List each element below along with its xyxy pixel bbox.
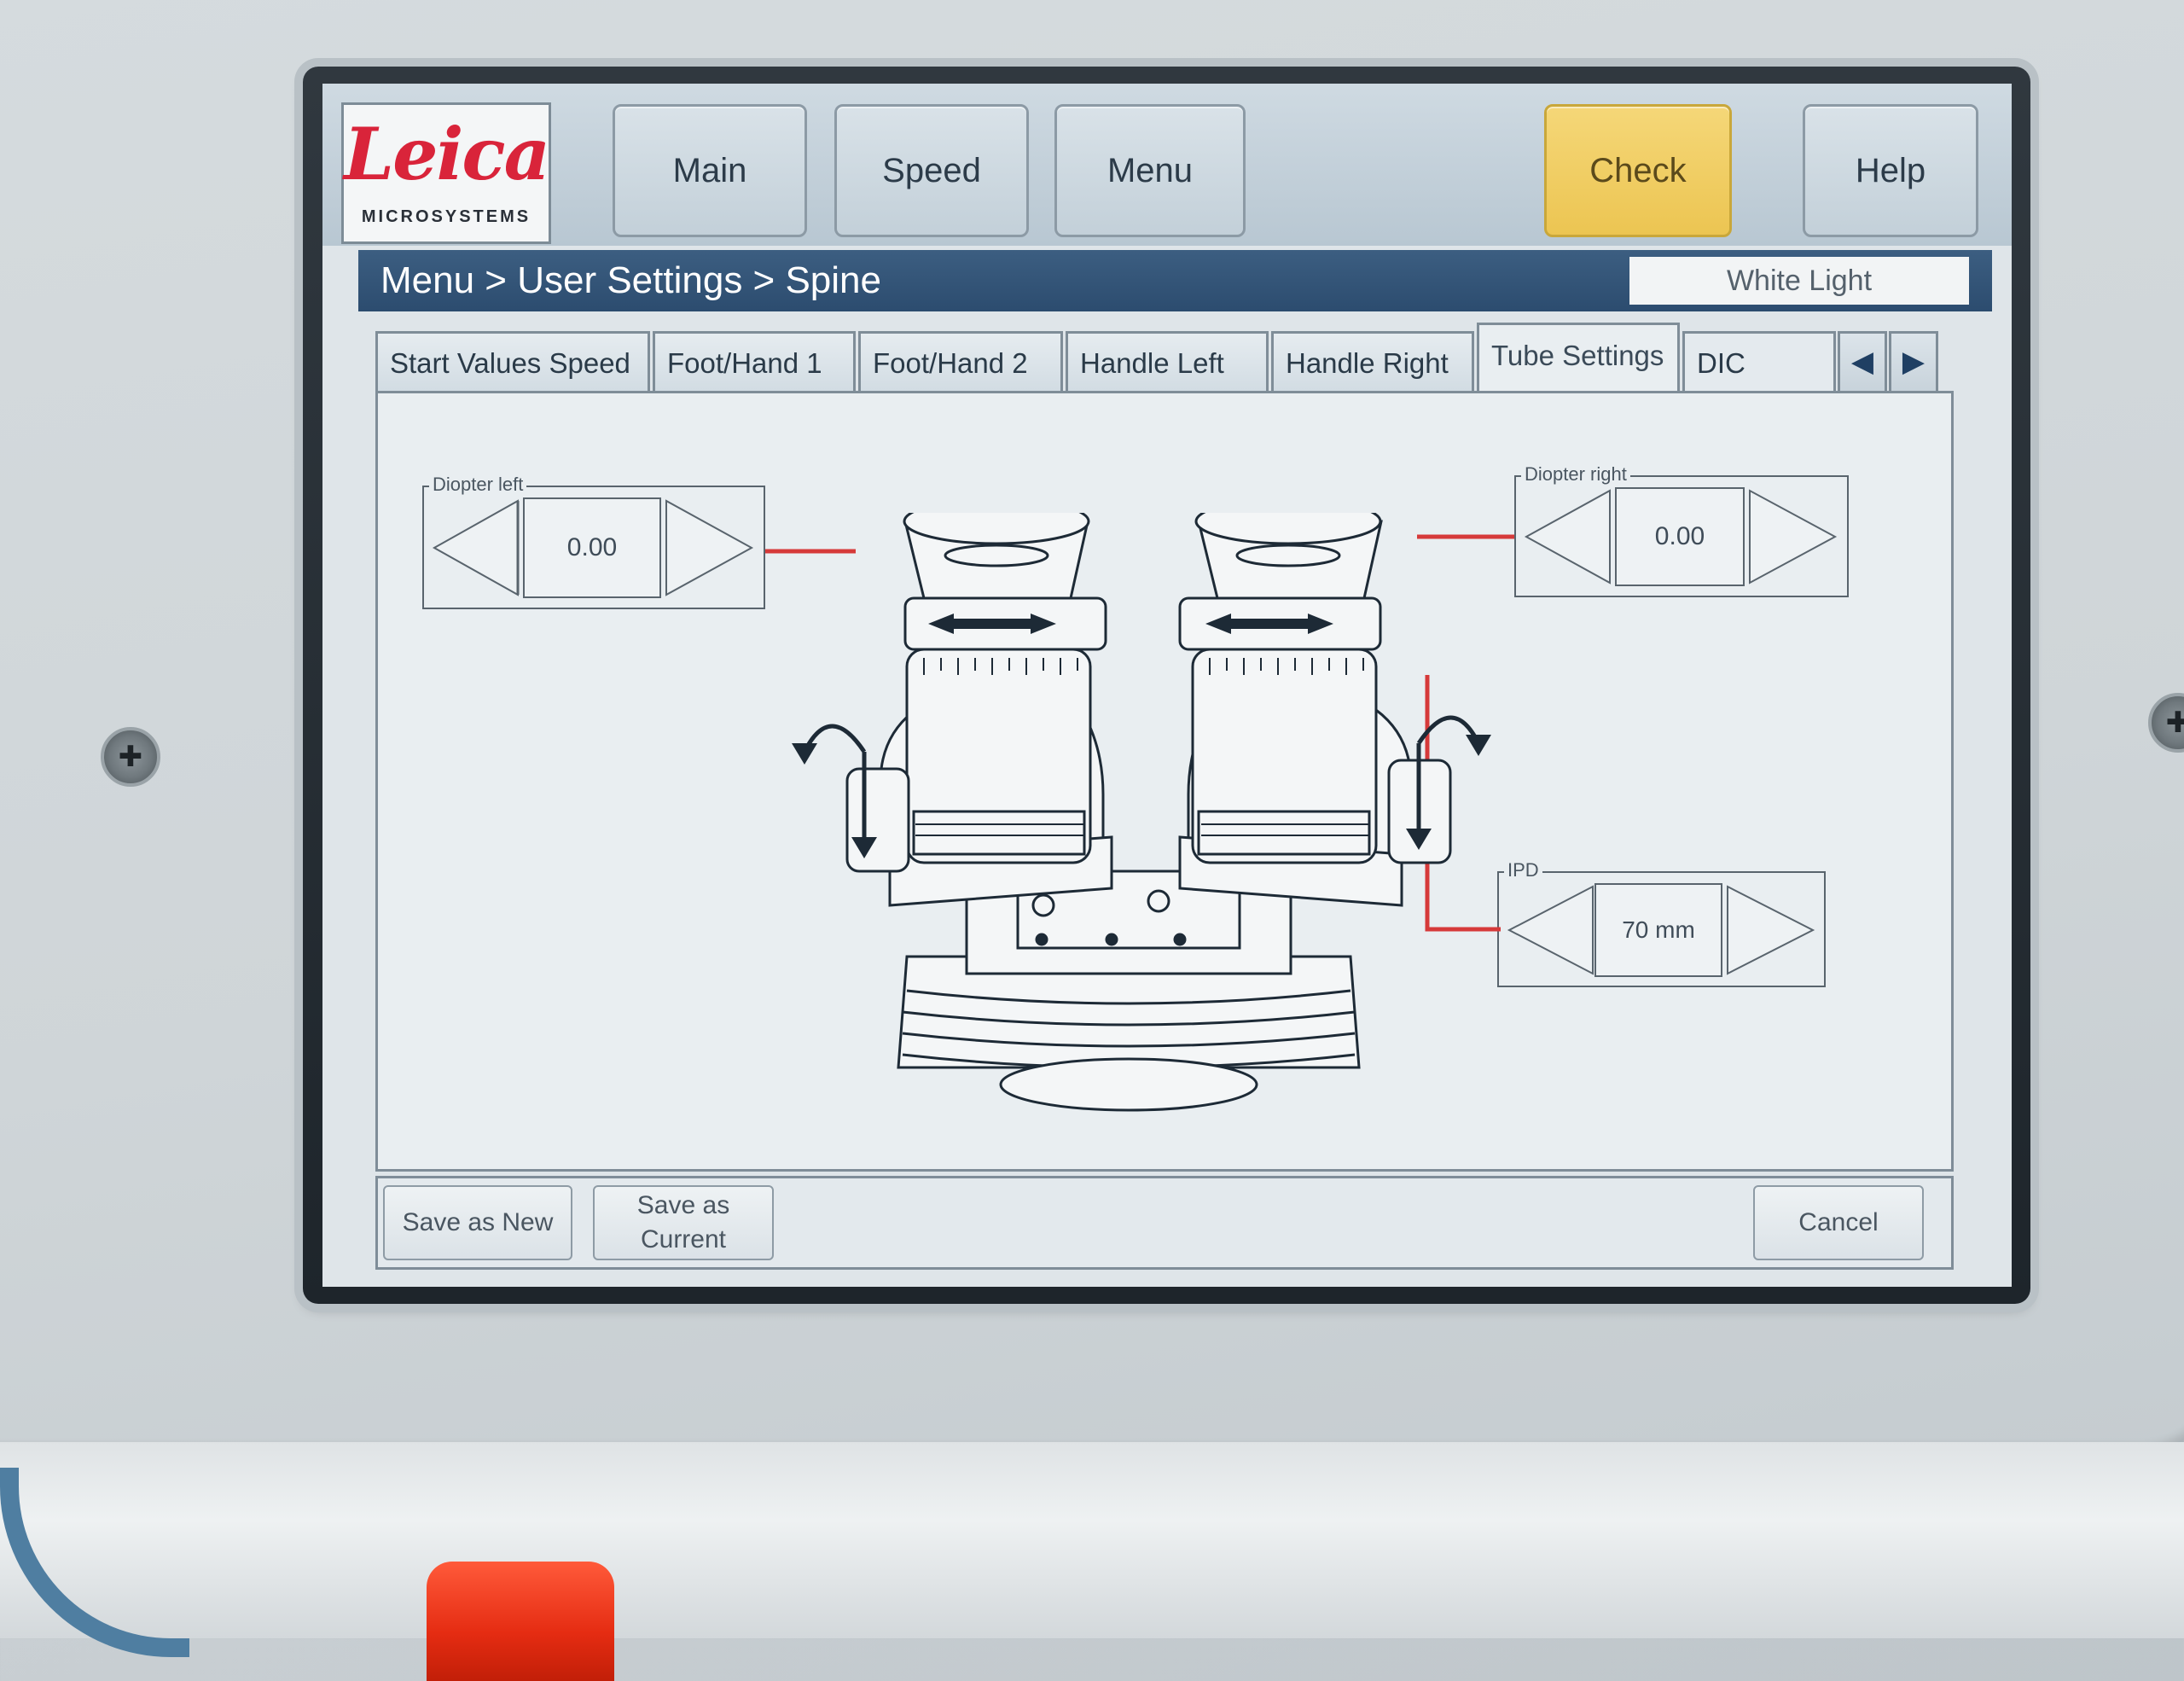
tab-handle-right[interactable]: Handle Right: [1271, 331, 1474, 391]
tab-bar: Start Values Speed Foot/Hand 1 Foot/Hand…: [375, 323, 1979, 393]
tab-tube-settings[interactable]: Tube Settings: [1477, 323, 1680, 393]
footer-bar: Save as New Save as Current Cancel: [375, 1176, 1954, 1270]
device-lower-housing: [0, 1442, 2184, 1638]
touch-screen: Leica MICROSYSTEMS Main Speed Menu Check…: [322, 84, 2012, 1287]
tab-scroll-right-icon[interactable]: ▶: [1889, 331, 1938, 391]
screw-left-icon: [101, 727, 160, 787]
menu-button[interactable]: Menu: [1054, 104, 1246, 237]
cancel-button[interactable]: Cancel: [1753, 1185, 1924, 1260]
tab-start-values-speed[interactable]: Start Values Speed: [375, 331, 650, 391]
tab-foot-hand-2[interactable]: Foot/Hand 2: [858, 331, 1063, 391]
light-mode-indicator[interactable]: White Light: [1629, 257, 1969, 305]
red-knob: [427, 1562, 614, 1681]
tab-handle-left[interactable]: Handle Left: [1066, 331, 1269, 391]
leica-logo: Leica MICROSYSTEMS: [341, 102, 551, 244]
header-bar: Leica MICROSYSTEMS Main Speed Menu Check…: [322, 84, 2012, 246]
breadcrumb: Menu > User Settings > Spine: [380, 259, 881, 301]
logo-subtitle: MICROSYSTEMS: [361, 207, 531, 226]
help-button[interactable]: Help: [1803, 104, 1978, 237]
microscope-tube-diagram: [792, 513, 1491, 1112]
tab-scroll-left-icon[interactable]: ◀: [1838, 331, 1887, 391]
tab-foot-hand-1[interactable]: Foot/Hand 1: [653, 331, 856, 391]
save-as-current-button[interactable]: Save as Current: [593, 1185, 774, 1260]
save-as-current-line2: Current: [640, 1225, 727, 1253]
tab-dic[interactable]: DIC: [1682, 331, 1836, 391]
check-button[interactable]: Check: [1544, 104, 1732, 237]
breadcrumb-bar: Menu > User Settings > Spine White Light: [358, 250, 1992, 311]
save-as-new-button[interactable]: Save as New: [383, 1185, 572, 1260]
save-as-current-line1: Save as: [636, 1191, 730, 1219]
screw-right-icon: [2148, 693, 2184, 753]
main-button[interactable]: Main: [613, 104, 807, 237]
logo-brand: Leica: [344, 112, 550, 196]
speed-button[interactable]: Speed: [834, 104, 1029, 237]
tube-settings-panel: Diopter left 0.00 Diopter right 0.00 IPD: [375, 391, 1954, 1172]
